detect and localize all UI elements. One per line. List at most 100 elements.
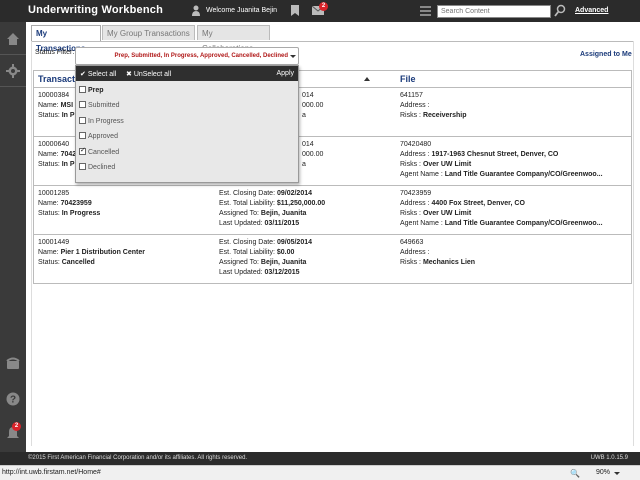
checkbox[interactable]: [79, 101, 86, 108]
table-row[interactable]: 10001449 Name: Pier 1 Distribution Cente…: [33, 235, 632, 284]
file-cell: 649663 Address : Risks : Mechanics Lien: [400, 238, 475, 268]
risks-label: Risks :: [400, 161, 423, 168]
chevron-down-icon[interactable]: [614, 472, 620, 475]
file-number: 641157: [400, 92, 423, 99]
agent-name-label: Agent Name :: [400, 171, 445, 178]
checkbox-checked[interactable]: [79, 146, 86, 156]
status-label: Status:: [38, 259, 62, 266]
bookmark-icon[interactable]: [291, 5, 299, 16]
status-label: Status:: [38, 161, 62, 168]
risks-label: Risks :: [400, 259, 423, 266]
dates-cell: 014 000.00 a: [302, 140, 323, 170]
closing-date-value: 09/05/2014: [276, 239, 313, 246]
list-icon[interactable]: [420, 6, 431, 16]
status-option-cancelled[interactable]: Cancelled: [79, 146, 119, 160]
welcome-text: Welcome Juanita Bejin: [206, 7, 278, 14]
zoom-level[interactable]: 90%: [596, 469, 610, 476]
status-value: Cancelled: [61, 259, 95, 266]
status-label: Status:: [38, 112, 62, 119]
risks-label: Risks :: [400, 210, 423, 217]
apply-button[interactable]: Apply: [276, 70, 294, 77]
total-liability-value: $11,250,000.00: [276, 200, 326, 207]
file-number: 70423959: [400, 190, 432, 197]
file-cell: 70420480 Address : 1917-1963 Chesnut Str…: [400, 140, 603, 180]
unselect-all-button[interactable]: ✖ UnSelect all: [126, 70, 171, 78]
svg-text:?: ?: [10, 395, 16, 406]
assigned-to-me-link[interactable]: Assigned to Me: [580, 51, 632, 58]
option-label: Declined: [88, 164, 116, 171]
name-value: 70423959: [60, 200, 92, 207]
app-title: Underwriting Workbench: [28, 4, 163, 16]
status-option-approved[interactable]: Approved: [79, 132, 118, 144]
table-row[interactable]: 10001285 Name: 70423959 Status: In Progr…: [33, 186, 632, 235]
closing-date-label: Est. Closing Date:: [219, 239, 277, 246]
transaction-cell: 10001285 Name: 70423959 Status: In Progr…: [38, 189, 100, 219]
total-liability-value: $0.00: [276, 249, 295, 256]
unselect-all-label: UnSelect all: [133, 71, 172, 78]
transaction-number: 10001449: [38, 239, 70, 246]
address-label: Address :: [400, 200, 432, 207]
status-value: In Progress: [61, 210, 101, 217]
dropdown-header: ✔ Select all ✖ UnSelect all Apply: [76, 66, 298, 81]
search-input[interactable]: [437, 5, 551, 18]
dates-cell: Est. Closing Date: 09/02/2014 Est. Total…: [219, 189, 325, 229]
left-rail: ? 2: [0, 22, 26, 452]
checkbox[interactable]: [79, 132, 86, 139]
closing-date-value: 09/02/2014: [276, 190, 313, 197]
name-value: MSI: [60, 102, 74, 109]
app-footer: ©2015 First American Financial Corporati…: [0, 452, 640, 465]
closing-date: 014: [302, 141, 314, 148]
status-filter-value: Prep, Submitted, In Progress, Approved, …: [114, 53, 288, 59]
select-all-button[interactable]: ✔ Select all: [80, 70, 116, 78]
tab-my-group-transactions[interactable]: My Group Transactions: [102, 25, 195, 40]
last-updated-label: Last Updated:: [219, 220, 265, 227]
status-option-in-progress[interactable]: In Progress: [79, 117, 124, 129]
last-updated-label: Last Updated:: [219, 269, 265, 276]
address-label: Address :: [400, 249, 430, 256]
name-label: Name:: [38, 249, 61, 256]
phone-nav[interactable]: [0, 350, 26, 376]
rail-divider: [0, 54, 26, 55]
risks-value: Mechanics Lien: [422, 259, 476, 266]
user-icon: [192, 5, 200, 16]
checkbox[interactable]: [79, 117, 86, 124]
closing-date: 014: [302, 92, 314, 99]
home-nav[interactable]: [0, 26, 26, 52]
advanced-search-link[interactable]: Advanced: [575, 7, 608, 14]
address-value: 4400 Fox Street, Denver, CO: [431, 200, 525, 207]
status-option-declined[interactable]: Declined: [79, 163, 115, 175]
settings-nav[interactable]: [0, 58, 26, 84]
name-value: Pier 1 Distribution Center: [60, 249, 145, 256]
home-icon: [7, 33, 19, 45]
option-label: Submitted: [88, 102, 120, 109]
tab-my-transactions[interactable]: My Transactions: [31, 25, 101, 53]
assigned-to-value: Bejin, Juanita: [260, 259, 307, 266]
dates-cell: Est. Closing Date: 09/05/2014 Est. Total…: [219, 238, 312, 278]
total-liability: 000.00: [302, 102, 324, 109]
help-nav[interactable]: ?: [0, 386, 26, 412]
top-header: Underwriting Workbench Welcome Juanita B…: [0, 0, 640, 22]
status-filter-select[interactable]: Prep, Submitted, In Progress, Approved, …: [75, 47, 299, 65]
status-option-prep[interactable]: Prep: [79, 86, 104, 98]
transaction-cell: 10001449 Name: Pier 1 Distribution Cente…: [38, 238, 145, 268]
assigned-to-label: Assigned To:: [219, 259, 261, 266]
copyright-text: ©2015 First American Financial Corporati…: [28, 455, 248, 461]
checkbox[interactable]: [79, 163, 86, 170]
risks-label: Risks :: [400, 112, 423, 119]
assigned-to-value: Bejin, Juanita: [260, 210, 307, 217]
sort-ascending-icon[interactable]: [364, 77, 370, 81]
search-icon[interactable]: [554, 4, 566, 17]
status-option-submitted[interactable]: Submitted: [79, 101, 120, 113]
closing-date-label: Est. Closing Date:: [219, 190, 277, 197]
file-cell: 70423959 Address : 4400 Fox Street, Denv…: [400, 189, 603, 229]
name-label: Name:: [38, 151, 61, 158]
file-number: 70420480: [400, 141, 432, 148]
tab-my-collaborations[interactable]: My Collaborations: [197, 25, 270, 53]
checkbox[interactable]: [79, 86, 86, 93]
total-liability-label: Est. Total Liability:: [219, 249, 277, 256]
select-all-label: Select all: [87, 71, 117, 78]
assigned-to: a: [302, 161, 306, 168]
column-header-file[interactable]: File: [400, 74, 416, 84]
dates-cell: 014 000.00 a: [302, 91, 323, 121]
name-value: 7042: [60, 151, 77, 158]
